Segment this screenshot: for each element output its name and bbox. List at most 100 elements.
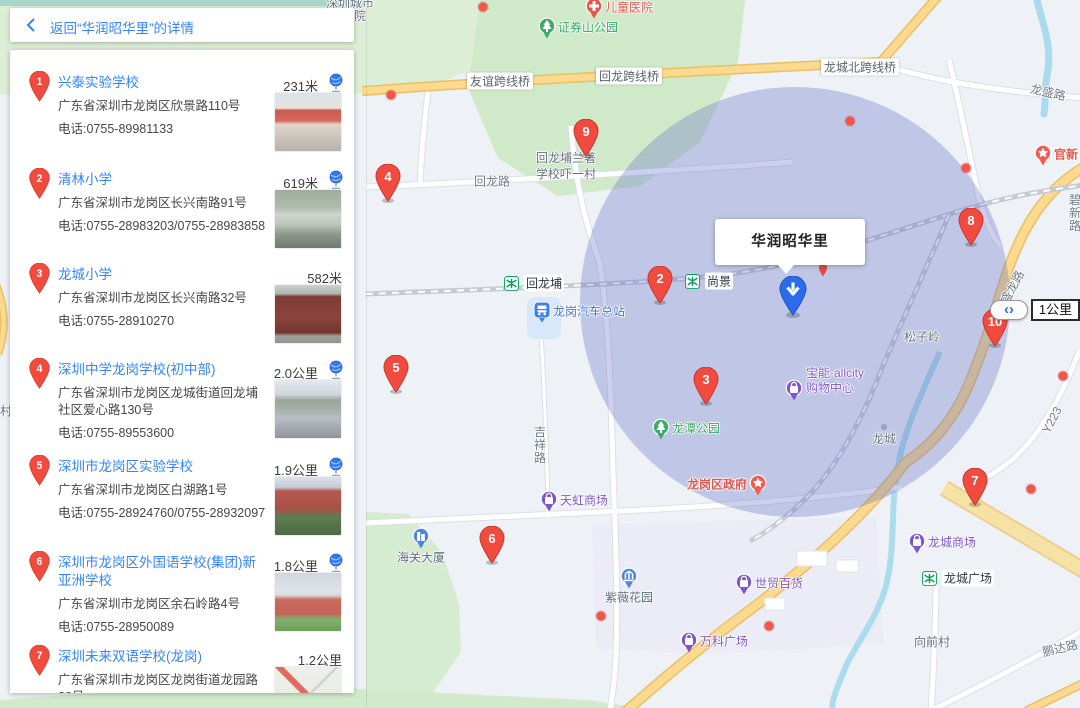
poi-red-dot[interactable] [962,164,971,173]
metro-icon[interactable] [685,274,700,294]
poi-label[interactable]: 万科广场 [700,633,748,650]
map-pin-5[interactable]: 5 [382,355,410,398]
list-pin-number-icon: 2 [28,168,51,204]
poi-red-dot[interactable] [387,91,396,100]
poi-label[interactable]: 龙城广场 [942,570,994,587]
poi-red-dot[interactable] [846,117,855,126]
road-label: 碧新路 [1067,194,1080,233]
school-list-item[interactable]: 6 深圳市龙岗区外国语学校(集团)新亚洲学校 1.8公里 广东省深圳市龙岗区余石… [10,548,354,643]
center-location-pin[interactable] [778,276,808,321]
poi-label[interactable]: 龙岗区政府 [687,476,747,493]
star-icon[interactable] [749,474,767,502]
back-to-details-link[interactable]: 返回“华润昭华里”的详情 [50,17,194,37]
school-info: 广东省深圳市龙岗区龙岗街道龙园路28号 [58,672,270,693]
map-pin-6[interactable]: 6 [478,526,506,569]
bus-icon[interactable] [533,301,551,329]
school-list-item[interactable]: 1 兴泰实验学校 231米 广东省深圳市龙岗区欣景路110号 电话:0755-8… [10,68,354,163]
road-label: 吉祥路 [532,426,549,465]
school-list-item[interactable]: 7 深圳未来双语学校(龙岗) 1.2公里 广东省深圳市龙岗区龙岗街道龙园路28号 [10,642,354,693]
school-name-link[interactable]: 深圳市龙岗区外国语学校(集团)新亚洲学校 [58,554,260,590]
road-label: 回龙路 [474,173,510,190]
list-pin-number-icon: 7 [28,645,51,681]
school-phone: 电话:0755-28924760/0755-28932097 [58,505,270,522]
school-photo-thumbnail[interactable] [274,189,342,249]
road-label: 友谊跨线桥 [467,73,533,90]
school-list-item[interactable]: 5 深圳市龙岗区实验学校 1.9公里 广东省深圳市龙岗区白湖路1号 电话:075… [10,452,354,547]
school-photo-thumbnail[interactable] [274,92,342,152]
school-photo-thumbnail[interactable] [274,284,342,344]
school-name-link[interactable]: 深圳未来双语学校(龙岗) [58,648,260,666]
shopping-icon[interactable] [735,573,753,601]
shopping-icon[interactable] [680,631,698,659]
poi-label[interactable]: 儿童医院 [605,0,653,16]
back-chevron-icon[interactable] [26,18,36,37]
poi-red-dot[interactable] [479,3,488,12]
panel-map-divider [366,0,367,708]
school-address: 广东省深圳市龙岗区长兴南路91号 [58,195,270,212]
star-icon[interactable] [1034,144,1052,172]
school-photo-thumbnail[interactable] [274,572,342,632]
map-pin-7[interactable]: 7 [961,468,989,511]
school-info: 广东省深圳市龙岗区长兴南路32号 电话:0755-28910270 [58,290,270,330]
poi-label[interactable]: 证券山公园 [558,19,618,36]
park-icon[interactable] [652,418,670,446]
shopping-icon[interactable] [785,379,803,407]
shopping-icon[interactable] [540,490,558,518]
poi-label[interactable]: 官新 [1054,146,1078,163]
school-phone: 电话:0755-89553600 [58,425,270,442]
map-pin-2[interactable]: 2 [646,266,674,309]
school-name-link[interactable]: 深圳中学龙岗学校(初中部) [58,361,260,379]
school-photo-thumbnail[interactable] [274,476,342,536]
svg-text:2: 2 [37,173,43,185]
list-pin-number-icon: 3 [28,263,51,299]
map-application-window: 儿童医院证券山公园回龙埔 尚景龙岗汽车总站宝能·allcity购物中心龙潭公园龙岗… [0,0,1080,708]
poi-label[interactable]: 海关大厦 [397,549,445,566]
map-scale-indicator: 1公里 [1031,299,1080,321]
map-pin-3[interactable]: 3 [692,367,720,410]
poi-label[interactable]: 世贸百货 [755,575,803,592]
school-list-item[interactable]: 3 龙城小学 582米 广东省深圳市龙岗区长兴南路32号 电话:0755-289… [10,260,354,355]
map-pin-4[interactable]: 4 [374,164,402,207]
school-name-link[interactable]: 深圳市龙岗区实验学校 [58,458,260,476]
panel-header[interactable]: 返回“华润昭华里”的详情 [10,8,354,42]
school-phone: 电话:0755-28983203/0755-28983858 [58,218,270,235]
map-pin-8[interactable]: 8 [957,208,985,251]
school-address: 广东省深圳市龙岗区余石岭路4号 [58,596,270,613]
svg-text:3: 3 [37,268,43,280]
poi-label[interactable]: 紫薇花园 [605,589,653,606]
poi-red-dot[interactable] [1027,485,1036,494]
poi-label[interactable]: 龙潭公园 [672,420,720,437]
list-pin-number-icon: 6 [28,551,51,587]
poi-label[interactable]: 龙岗汽车总站 [553,303,625,320]
poi-red-dot[interactable] [765,622,774,631]
svg-text:5: 5 [37,460,43,472]
school-phone: 电话:0755-28910270 [58,313,270,330]
school-address: 广东省深圳市龙岗区龙城街道回龙埔社区爱心路130号 [58,385,270,419]
svg-text:2: 2 [656,271,663,286]
school-name-link[interactable]: 龙城小学 [58,266,260,284]
school-list-item[interactable]: 4 深圳中学龙岗学校(初中部) 2.0公里 广东省深圳市龙岗区龙城街道回龙埔社区… [10,355,354,450]
svg-text:8: 8 [967,213,974,228]
school-name-link[interactable]: 兴泰实验学校 [58,74,260,92]
poi-label[interactable]: 尚景 [705,273,733,290]
school-list-item[interactable]: 2 清林小学 619米 广东省深圳市龙岗区长兴南路91号 电话:0755-289… [10,165,354,260]
poi-label[interactable]: 龙城商场 [928,534,976,551]
school-photo-thumbnail[interactable] [274,666,342,693]
shopping-icon[interactable] [908,532,926,560]
poi-label[interactable]: 宝能·allcity购物中心 [806,366,864,396]
poi-red-dot[interactable] [1059,372,1068,381]
park-icon[interactable] [538,17,556,45]
map-pin-9[interactable]: 9 [572,119,600,162]
scale-toggle-button[interactable]: ‹› [990,300,1028,320]
school-photo-thumbnail[interactable] [274,379,342,439]
metro-icon[interactable] [922,571,937,591]
poi-label[interactable]: 回龙埔 [524,275,564,292]
school-address: 广东省深圳市龙岗区白湖路1号 [58,482,270,499]
school-address: 广东省深圳市龙岗区长兴南路32号 [58,290,270,307]
road-label: 龙城北跨线桥 [821,59,899,76]
metro-icon[interactable] [504,276,519,296]
center-place-bubble[interactable]: 华润昭华里 [715,219,865,265]
poi-red-dot[interactable] [597,612,606,621]
poi-label[interactable]: 天虹商场 [560,492,608,509]
school-name-link[interactable]: 清林小学 [58,171,260,189]
